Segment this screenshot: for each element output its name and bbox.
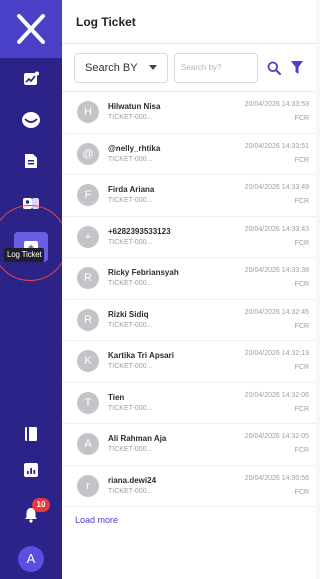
document-icon [25,154,37,168]
ticket-id: TICKET-000... [108,363,153,370]
ticket-timestamp: 20/04/2026 14:32:06 [244,391,309,399]
contact-avatar: K [77,350,99,372]
contact-avatar: F [77,184,99,206]
ticket-type: FCR [294,447,309,454]
search-button[interactable] [267,61,281,75]
contact-avatar: A [77,433,99,455]
ticket-timestamp: 20/04/2026 14:32:45 [244,308,309,316]
notification-badge: 10 [32,498,50,512]
log-ticket-panel: Log Ticket Search BY H Hilwatun Nisa TICKE… [62,0,316,579]
ticket-timestamp: 20/04/2026 14:33:51 [244,142,309,150]
contact-name: @nelly_rhtika [108,143,161,153]
ticket-timestamp: 20/04/2026 14:33:38 [244,267,309,274]
ticket-timestamp: 20/04/2026 14:33:43 [244,225,309,233]
x-logo-icon [17,14,45,44]
ticket-row[interactable]: F Firda Ariana TICKET-000... 20/04/2026 14:… [62,175,316,217]
ticket-id: TICKET-000... [108,155,153,163]
contact-avatar: H [77,101,99,123]
search-by-label: Search BY [85,61,138,74]
ticket-timestamp: 20/04/2026 14:33:53 [244,101,309,108]
contact-avatar: R [77,267,99,289]
sidebar-tooltip: Log Ticket [4,248,45,262]
chat-bubble-icon [22,112,40,128]
ticket-timestamp: 20/04/2026 14:32:19 [244,350,309,357]
ticket-id: TICKET-000... [108,238,153,246]
contact-avatar: R [77,308,99,331]
contact-name: Hilwatun Nisa [108,102,161,111]
sidebar-item-chat[interactable] [18,107,44,133]
contact-avatar: r [77,474,99,497]
contact-name: Kartika Tri Apsari [108,351,174,360]
ticket-row[interactable]: @ @nelly_rhtika TICKET-000... 20/04/2026 14… [62,134,316,175]
load-more-link[interactable]: Load more [75,515,118,525]
panel-header: Log Ticket [62,0,316,44]
sidebar-item-documents[interactable] [18,148,44,174]
ticket-type: FCR [294,322,309,330]
ticket-type: FCR [294,405,309,413]
ticket-row[interactable]: + +6282393533123 TICKET-000... 20/04/2026 1… [62,217,316,258]
ticket-type: FCR [294,488,309,496]
analytics-chart-icon [24,71,39,85]
contact-name: Rizki Sidiq [108,309,149,319]
contact-name: +6282393533123 [108,226,171,236]
ticket-timestamp: 20/04/2026 14:33:49 [244,184,309,191]
contact-avatar: @ [77,142,99,165]
sidebar-item-analytics[interactable] [18,66,44,92]
ticket-type: FCR [294,115,309,122]
ticket-row[interactable]: R Rizki Sidiq TICKET-000... 20/04/2026 14:3… [62,300,316,341]
app-window: Log Ticket 10 A Log Ticket Search BY Sea… [0,0,316,579]
contact-name: Ricky Febriansyah [108,268,179,277]
contact-name: Firda Ariana [108,185,155,194]
ticket-timestamp: 20/04/2026 14:30:56 [244,474,309,482]
sidebar-item-reports[interactable] [18,457,44,483]
filter-button[interactable] [291,60,303,75]
ticket-timestamp: 20/04/2026 14:32:05 [244,433,309,440]
app-logo[interactable] [0,0,62,58]
ticket-id: TICKET-000... [108,114,153,121]
filter-icon [291,60,303,74]
sidebar-item-book[interactable] [18,421,44,447]
ticket-id: TICKET-000... [108,446,153,453]
page-title: Log Ticket [76,14,136,29]
ticket-id: TICKET-000... [108,197,153,204]
ticket-row[interactable]: T Tien TICKET-000... 20/04/2026 14:32:06 FCR [62,383,316,424]
contact-name: Ali Rahman Aja [108,434,167,443]
search-icon [267,61,281,75]
report-chart-icon [24,463,38,477]
ticket-type: FCR [294,239,309,247]
ticket-id: TICKET-000... [108,404,153,412]
user-avatar[interactable]: A [18,546,44,572]
sidebar: Log Ticket 10 A [0,0,68,579]
ticket-type: FCR [294,364,309,371]
chevron-down-icon [149,65,157,70]
ticket-type: FCR [294,281,309,288]
search-bar: Search BY [62,44,316,92]
contact-avatar: T [77,391,99,414]
search-by-dropdown[interactable]: Search BY [74,52,168,83]
ticket-row[interactable]: K Kartika Tri Apsari TICKET-000... 20/04/20… [62,341,316,383]
contact-name: Tien [108,392,125,402]
ticket-row[interactable]: R Ricky Febriansyah TICKET-000... 20/04/202… [62,258,316,300]
ticket-id: TICKET-000... [108,487,153,495]
contact-avatar: + [77,225,99,248]
ticket-id: TICKET-000... [108,280,153,287]
contact-name: riana.dewi24 [108,475,157,485]
ticket-row[interactable]: r riana.dewi24 TICKET-000... 20/04/2026 14:… [62,466,316,507]
ticket-type: FCR [294,156,309,164]
ticket-row[interactable]: H Hilwatun Nisa TICKET-000... 20/04/2026 14… [62,92,316,134]
ticket-type: FCR [294,198,309,205]
ticket-list: H Hilwatun Nisa TICKET-000... 20/04/2026 14… [62,92,316,507]
ticket-id: TICKET-000... [108,321,153,329]
book-icon [25,427,37,441]
search-input[interactable] [174,52,258,83]
ticket-row[interactable]: A Ali Rahman Aja TICKET-000... 20/04/2026 1… [62,424,316,466]
